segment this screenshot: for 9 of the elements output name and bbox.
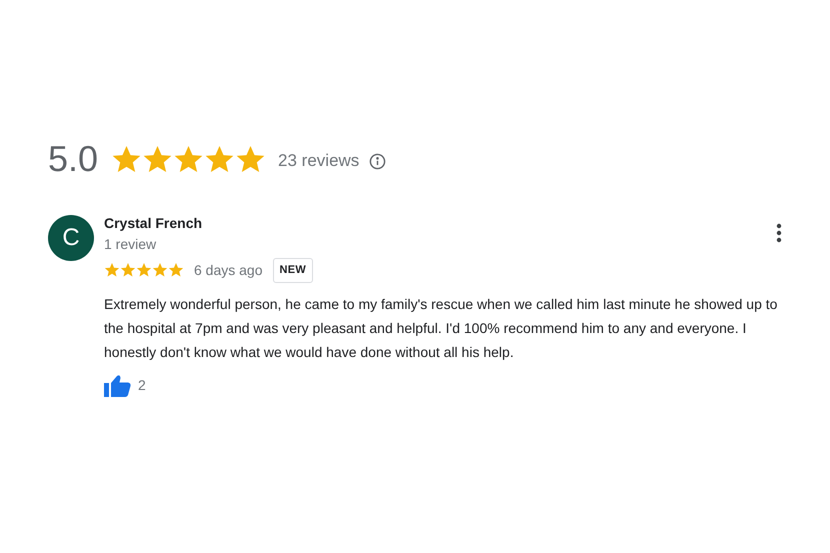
rating-value: 5.0 [48, 141, 98, 177]
new-badge: NEW [272, 258, 313, 282]
review-text: Extremely wonderful person, he came to my family's rescue when we called him last minute he showed up to the hospital at 7pm and was very pleasant and helpful. I'd 100% recommend him to any and everyone. I honestly don't know what we would have done without all his help. [104, 294, 778, 362]
author-name[interactable]: Crystal French [104, 213, 776, 233]
review-count: 23 reviews [278, 150, 360, 172]
avatar: C [48, 215, 94, 261]
author-meta: 1 review [104, 235, 158, 254]
review-time: 6 days ago [194, 260, 262, 280]
like-count: 2 [138, 376, 146, 395]
